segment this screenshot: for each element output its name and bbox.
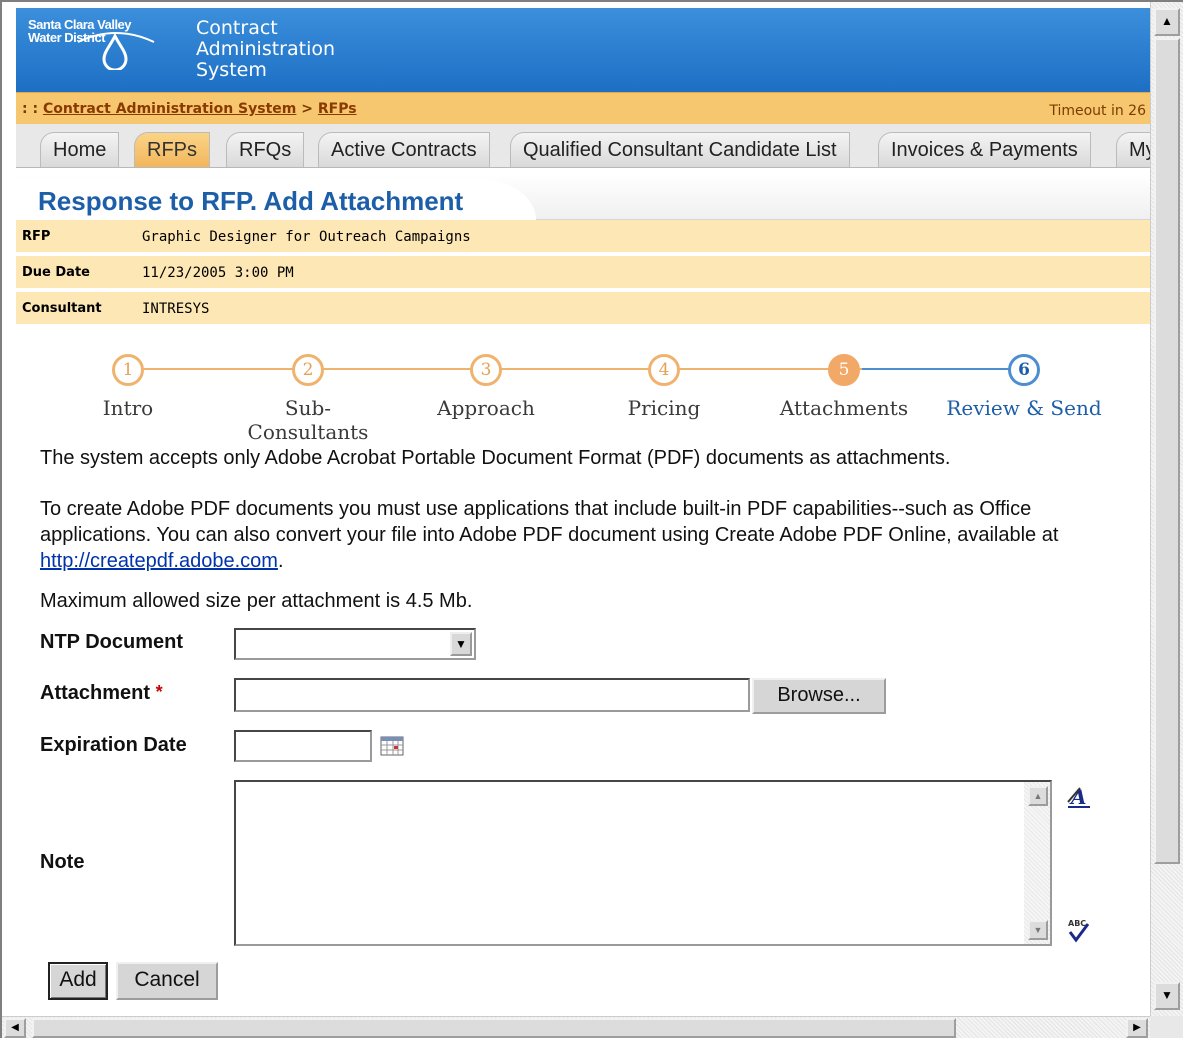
step-5-circle: 5 xyxy=(828,354,860,386)
text-format-icon[interactable]: A xyxy=(1066,782,1092,810)
note-scrollbar[interactable]: ▲ ▼ xyxy=(1024,782,1050,944)
tab-rfqs[interactable]: RFQs xyxy=(226,132,305,167)
ntp-document-select[interactable]: ▼ xyxy=(234,628,476,660)
spellcheck-icon[interactable]: ABC xyxy=(1066,916,1092,944)
app-title-line-3: System xyxy=(196,59,267,81)
step-4-label: Pricing xyxy=(627,396,701,420)
breadcrumb-separator: > xyxy=(296,101,318,117)
step-2-label: Sub-Consultants xyxy=(247,396,369,444)
info-row-rfp: RFP Graphic Designer for Outreach Campai… xyxy=(16,220,1150,254)
note-textarea[interactable]: ▲ ▼ xyxy=(234,780,1052,946)
scrollbar-corner xyxy=(1150,1016,1183,1038)
create-pdf-text: To create Adobe PDF documents you must u… xyxy=(40,498,1059,546)
tab-active-contracts[interactable]: Active Contracts xyxy=(318,132,490,167)
info-row-due-date: Due Date 11/23/2005 3:00 PM xyxy=(16,256,1150,290)
step-3-label: Approach xyxy=(437,396,535,420)
attachment-label-text: Attachment xyxy=(40,682,151,704)
step-2-circle: 2 xyxy=(292,354,324,386)
info-row-consultant: Consultant INTRESYS xyxy=(16,292,1150,326)
consultant-label: Consultant xyxy=(22,301,102,316)
title-strip: Response to RFP. Add Attachment xyxy=(16,174,1150,220)
breadcrumb-link-root[interactable]: Contract Administration System xyxy=(43,101,296,117)
app-title: Contract Administration System xyxy=(196,18,335,81)
horizontal-scroll-thumb[interactable] xyxy=(32,1018,956,1038)
due-date-value: 11/23/2005 3:00 PM xyxy=(142,265,294,281)
session-timeout: Timeout in 26 xyxy=(1049,103,1146,119)
app-title-line-2: Administration xyxy=(196,38,336,60)
app-header: Santa Clara Valley Water District Contra… xyxy=(16,8,1150,92)
svg-text:ABC: ABC xyxy=(1068,919,1086,928)
vertical-scrollbar[interactable]: ▲ ▼ xyxy=(1150,2,1183,1016)
tab-home[interactable]: Home xyxy=(40,132,120,167)
chevron-down-icon[interactable]: ▼ xyxy=(450,632,472,656)
breadcrumb-bar: : : Contract Administration System > RFP… xyxy=(16,92,1150,124)
browse-button[interactable]: Browse... xyxy=(752,678,886,714)
calendar-icon[interactable] xyxy=(380,736,404,756)
step-progress-line xyxy=(142,368,862,370)
step-1-circle: 1 xyxy=(112,354,144,386)
step-6-circle: 6 xyxy=(1008,354,1040,386)
step-5-label: Attachments xyxy=(779,396,909,420)
create-pdf-end: . xyxy=(277,550,284,572)
note-scroll-down-icon[interactable]: ▼ xyxy=(1028,920,1048,940)
create-pdf-instructions: To create Adobe PDF documents you must u… xyxy=(40,496,1136,574)
pdf-only-notice: The system accepts only Adobe Acrobat Po… xyxy=(40,447,951,469)
due-date-label: Due Date xyxy=(22,265,90,280)
note-label: Note xyxy=(40,851,85,873)
logo-arc xyxy=(77,32,155,43)
ntp-document-label: NTP Document xyxy=(40,631,183,653)
add-button[interactable]: Add xyxy=(48,962,108,1000)
cancel-button[interactable]: Cancel xyxy=(116,962,218,1000)
step-1-label: Intro xyxy=(102,396,154,420)
createpdf-link[interactable]: http://createpdf.adobe.com xyxy=(40,550,278,572)
tab-qualified-consultant-candidate-list[interactable]: Qualified Consultant Candidate List xyxy=(510,132,850,167)
vertical-scroll-thumb[interactable] xyxy=(1154,38,1180,864)
page-title: Response to RFP. Add Attachment xyxy=(38,186,464,216)
step-3-circle: 3 xyxy=(470,354,502,386)
wizard-steps: 1 Intro 2 Sub-Consultants 3 Approach 4 P… xyxy=(16,342,1150,444)
scroll-down-icon[interactable]: ▼ xyxy=(1154,982,1180,1010)
consultant-value: INTRESYS xyxy=(142,301,210,317)
rfp-value: Graphic Designer for Outreach Campaigns xyxy=(142,229,471,245)
scroll-left-icon[interactable]: ◀ xyxy=(4,1018,26,1038)
step-6-label: Review & Send xyxy=(946,396,1102,420)
horizontal-scrollbar[interactable]: ◀ ▶ xyxy=(2,1016,1150,1038)
tab-invoices-payments[interactable]: Invoices & Payments xyxy=(878,132,1091,167)
expiration-date-label: Expiration Date xyxy=(40,734,187,756)
breadcrumb: : : Contract Administration System > RFP… xyxy=(22,101,357,117)
page-viewport: Santa Clara Valley Water District Contra… xyxy=(2,2,1150,1016)
attachment-label: Attachment * xyxy=(40,682,163,705)
scroll-right-icon[interactable]: ▶ xyxy=(1126,1018,1148,1038)
main-tabs: Home RFPs RFQs Active Contracts Qualifie… xyxy=(16,124,1150,168)
max-size-notice: Maximum allowed size per attachment is 4… xyxy=(40,590,473,612)
required-asterisk: * xyxy=(155,682,163,702)
tab-my[interactable]: My xyxy=(1116,132,1150,167)
breadcrumb-link-rfps[interactable]: RFPs xyxy=(318,101,357,117)
step-remaining-line xyxy=(862,368,1022,370)
tab-rfps[interactable]: RFPs xyxy=(134,132,210,167)
expiration-date-input[interactable] xyxy=(234,730,372,762)
attachment-file-input[interactable] xyxy=(234,678,750,712)
app-title-line-1: Contract xyxy=(196,17,278,39)
rfp-label: RFP xyxy=(22,229,51,244)
step-4-circle: 4 xyxy=(648,354,680,386)
scroll-up-icon[interactable]: ▲ xyxy=(1154,8,1180,36)
breadcrumb-prefix: : : xyxy=(22,101,43,117)
note-scroll-up-icon[interactable]: ▲ xyxy=(1028,786,1048,806)
